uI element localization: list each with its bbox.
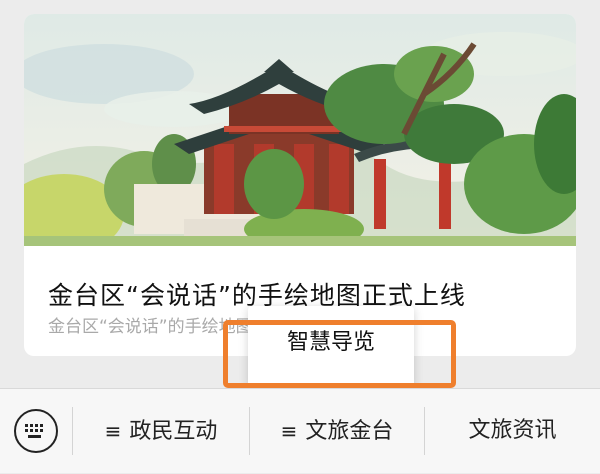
menu-item-culture-tourism-jintai[interactable]: ≡ 文旅金台 [250,389,424,473]
menu-item-culture-tourism-news[interactable]: 文旅资讯 [425,389,600,473]
bottom-menu-bar: ≡ 政民互动 ≡ 文旅金台 文旅资讯 [0,388,600,473]
keyboard-glyph [25,424,43,438]
highlight-box [223,320,456,388]
menu-item-label: 文旅资讯 [468,418,557,443]
hand-drawn-pavilion-illustration [24,14,576,246]
menu-item-label: 政民互动 [129,419,218,444]
menu-item-label: 文旅金台 [305,419,394,444]
keyboard-icon[interactable] [14,409,58,453]
article-cover-image [24,14,576,246]
menu-list-icon: ≡ [104,419,122,443]
menu-list-icon: ≡ [280,419,298,443]
article-card[interactable]: 金台区“会说话”的手绘地图正式上线 金台区“会说话”的手绘地图正式上线金台 [24,14,576,356]
menu-item-government-interaction[interactable]: ≡ 政民互动 [73,389,249,473]
